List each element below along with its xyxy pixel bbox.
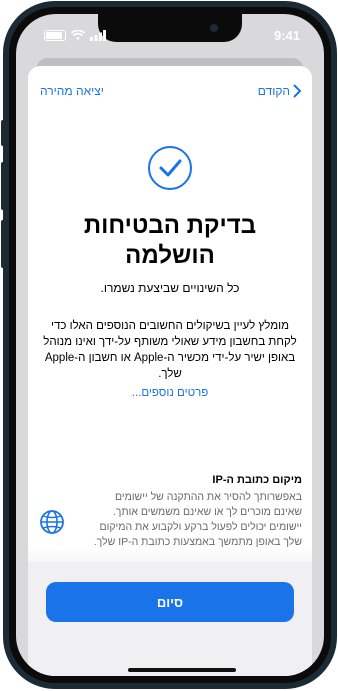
cellular-signal-icon xyxy=(90,30,106,41)
battery-icon xyxy=(44,30,66,41)
wifi-icon xyxy=(71,30,85,40)
title-line-1: בדיקת הבטיחות xyxy=(83,212,257,239)
status-time: 9:41 xyxy=(273,28,300,43)
page-title: בדיקת הבטיחות הושלמה xyxy=(28,211,312,271)
ip-location-title: מיקום כתובת ה-IP xyxy=(212,474,302,486)
back-label: הקודם xyxy=(257,84,290,98)
status-bar: 9:41 xyxy=(16,28,324,48)
screen: 9:41 הקודם יציאה מהירה בדיקת הבטיחות הוש… xyxy=(16,14,324,676)
power-button xyxy=(333,180,337,250)
body-paragraph: מומלץ לעיין בשיקולים החשובים הנוספים האל… xyxy=(43,320,297,380)
home-indicator[interactable] xyxy=(128,668,236,672)
nav-bar: הקודם יציאה מהירה xyxy=(28,84,312,104)
more-details-link[interactable]: פרטים נוספים... xyxy=(28,387,312,399)
title-line-2: הושלמה xyxy=(125,242,215,269)
volume-down-button xyxy=(1,220,5,268)
mute-switch xyxy=(1,120,5,146)
safety-check-sheet: הקודם יציאה מהירה בדיקת הבטיחות הושלמה כ… xyxy=(28,66,312,676)
done-button[interactable]: סיום xyxy=(46,582,294,622)
globe-icon xyxy=(40,510,64,534)
back-button[interactable]: הקודם xyxy=(258,84,302,98)
iphone-frame: 9:41 הקודם יציאה מהירה בדיקת הבטיחות הוש… xyxy=(0,0,338,691)
ip-location-description: באפשרותך להסיר את ההתקנה של יישומים שאינ… xyxy=(93,491,302,548)
status-icons xyxy=(44,30,106,41)
page-subtitle: כל השינויים שביצעת נשמרו. xyxy=(100,281,240,295)
quick-exit-button[interactable]: יציאה מהירה xyxy=(40,84,104,98)
volume-up-button xyxy=(1,162,5,210)
chevron-right-icon xyxy=(293,84,301,98)
checkmark-circle-icon xyxy=(148,146,192,190)
